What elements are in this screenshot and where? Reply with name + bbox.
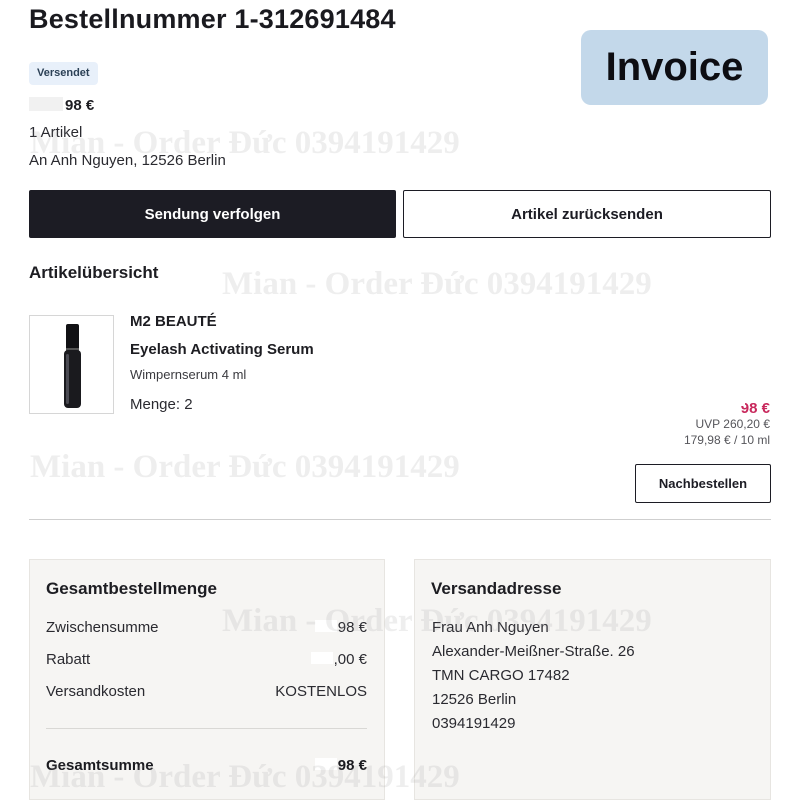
page-title: Bestellnummer 1-312691484 [29, 4, 396, 34]
grand-total-value: 98 € [337, 757, 367, 774]
shipping-cost-row: Versandkosten KOSTENLOS [46, 683, 367, 700]
unit-price: 179,98 € / 10 ml [683, 433, 770, 447]
invoice-badge[interactable]: Invoice [581, 30, 768, 105]
order-total-value: 98 € [65, 97, 95, 114]
product-name[interactable]: Eyelash Activating Serum [130, 341, 314, 358]
redaction-mask [314, 758, 337, 770]
status-badge: Versendet [29, 62, 98, 85]
grand-total-value-wrap: 98 € [314, 757, 367, 774]
serum-bottle-icon [64, 324, 81, 408]
discount-value: ,00 € [333, 651, 367, 668]
product-brand: M2 BEAUTÉ [130, 313, 217, 330]
subtotal-label: Zwischensumme [46, 619, 159, 636]
discount-label: Rabatt [46, 651, 91, 668]
item-price-value: 98 € [740, 400, 770, 417]
watermark: Mian - Order Đức 0394191429 [222, 266, 652, 302]
track-shipment-button[interactable]: Sendung verfolgen [29, 190, 396, 238]
product-description: Wimpernserum 4 ml [130, 367, 247, 382]
subtotal-value: 98 € [337, 619, 367, 636]
address-phone: 0394191429 [432, 715, 516, 732]
totals-title: Gesamtbestellmenge [46, 579, 218, 598]
redaction-mask [314, 620, 337, 632]
shipping-address-title: Versandadresse [431, 579, 562, 598]
product-image[interactable] [29, 315, 114, 414]
subtotal-value-wrap: 98 € [314, 619, 367, 636]
order-total-summary: 98 € [29, 97, 94, 114]
watermark: Mian - Order Đức 0394191429 [30, 449, 460, 485]
reorder-button[interactable]: Nachbestellen [635, 464, 771, 503]
recommended-retail-price: UVP 260,20 € [695, 417, 770, 431]
product-quantity: Menge: 2 [130, 396, 193, 413]
return-items-button[interactable]: Artikel zurücksenden [403, 190, 771, 238]
subtotal-row: Zwischensumme 98 € [46, 619, 367, 636]
item-count: 1 Artikel [29, 124, 83, 141]
grand-total-row: Gesamtsumme 98 € [46, 757, 367, 774]
items-overview-title: Artikelübersicht [29, 263, 159, 282]
redaction-mask [29, 97, 63, 111]
shipping-address-card: Versandadresse Frau Anh Nguyen Alexander… [414, 559, 771, 800]
section-divider [29, 519, 771, 520]
shipping-cost-value: KOSTENLOS [275, 683, 367, 700]
redaction-mask [310, 652, 333, 664]
order-totals-card: Gesamtbestellmenge Zwischensumme 98 € Ra… [29, 559, 385, 800]
discount-row: Rabatt ,00 € [46, 651, 367, 668]
recipient-summary: An Anh Nguyen, 12526 Berlin [29, 152, 226, 169]
grand-total-label: Gesamtsumme [46, 757, 154, 774]
item-price: 98 € [712, 397, 770, 417]
redaction-mask [712, 397, 745, 406]
shipping-cost-label: Versandkosten [46, 683, 146, 700]
address-street: Alexander-Meißner-Straße. 26 [432, 643, 635, 660]
totals-divider [46, 728, 367, 729]
address-name: Frau Anh Nguyen [432, 619, 549, 636]
discount-value-wrap: ,00 € [310, 651, 367, 668]
address-city: 12526 Berlin [432, 691, 517, 708]
address-company: TMN CARGO 17482 [432, 667, 570, 684]
